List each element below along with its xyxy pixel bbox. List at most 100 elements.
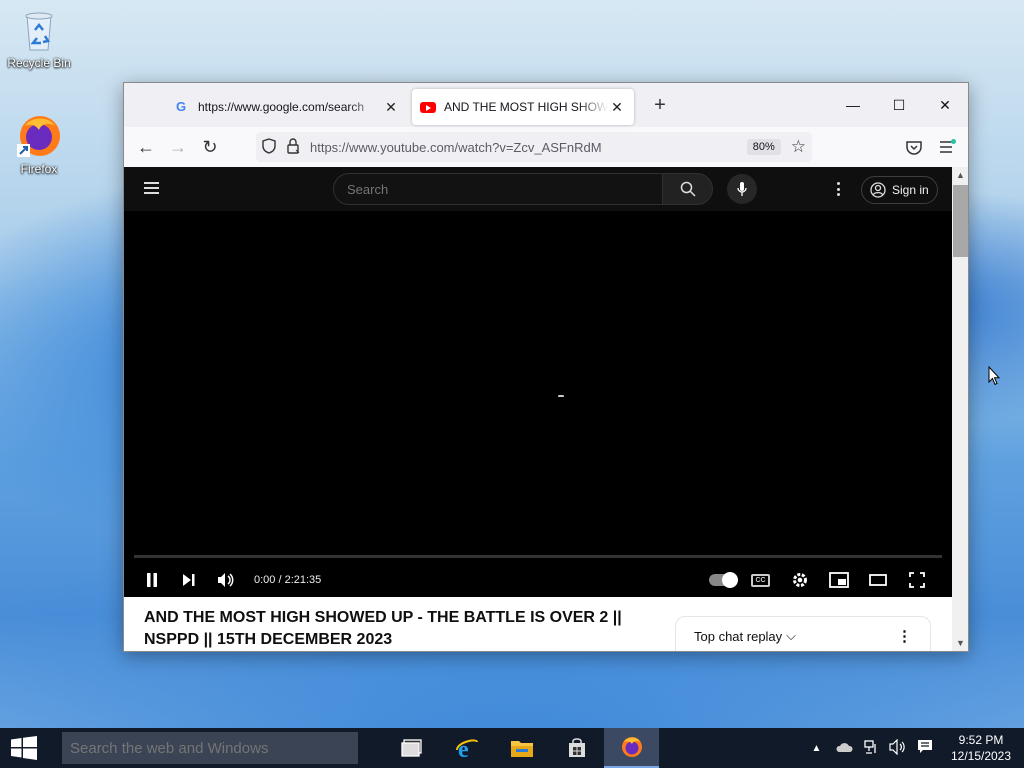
taskbar-search-input[interactable] <box>62 732 358 764</box>
folder-icon <box>510 741 533 757</box>
minimize-button[interactable]: — <box>830 83 876 127</box>
guide-menu-icon[interactable] <box>144 182 159 197</box>
windows-logo-icon <box>11 736 37 760</box>
firefox-icon <box>15 112 63 160</box>
maximize-button[interactable]: ☐ <box>876 83 922 127</box>
sign-in-button[interactable]: Sign in <box>861 176 938 204</box>
lock-icon[interactable] <box>286 137 300 157</box>
navigation-toolbar: ← → ↻ https://www.youtube.com/watch?v=Zc… <box>124 127 968 167</box>
tab-strip: G https://www.google.com/search ✕ AND TH… <box>124 83 968 127</box>
miniplayer-icon <box>828 572 849 588</box>
chat-replay-label[interactable]: Top chat replay <box>694 629 782 644</box>
subtitles-button[interactable]: CC <box>741 563 780 597</box>
recycle-bin-icon <box>15 6 63 54</box>
browser-window: G https://www.google.com/search ✕ AND TH… <box>123 82 969 652</box>
internet-explorer-button[interactable]: e <box>439 728 494 768</box>
scroll-up-arrow-icon[interactable]: ▲ <box>952 167 968 183</box>
youtube-search-input[interactable] <box>333 173 663 205</box>
skip-next-icon <box>183 574 195 586</box>
account-circle-icon <box>870 182 886 198</box>
video-info-section: AND THE MOST HIGH SHOWED UP - THE BATTLE… <box>124 597 952 651</box>
tab-title: AND THE MOST HIGH SHOWED UP <box>444 100 608 114</box>
zoom-indicator[interactable]: 80% <box>746 139 781 155</box>
desktop-icon-label: Recycle Bin <box>7 56 71 70</box>
youtube-favicon-icon <box>420 101 436 113</box>
youtube-header: Sign in <box>124 167 952 211</box>
desktop-icon-recycle-bin[interactable]: Recycle Bin <box>1 6 77 70</box>
back-button[interactable]: ← <box>130 131 162 163</box>
bookmark-star-icon[interactable]: ☆ <box>791 137 806 157</box>
theater-mode-button[interactable] <box>858 563 897 597</box>
page-scrollbar[interactable]: ▲ ▼ <box>952 167 968 651</box>
tab-youtube-video[interactable]: AND THE MOST HIGH SHOWED UP ✕ <box>412 89 634 125</box>
scrollbar-thumb[interactable] <box>953 185 968 257</box>
update-dot-icon <box>951 139 956 144</box>
scroll-down-arrow-icon[interactable]: ▼ <box>952 635 968 651</box>
closed-captions-icon: CC <box>751 573 770 587</box>
new-tab-button[interactable]: + <box>646 94 674 117</box>
sign-in-label: Sign in <box>892 183 929 197</box>
google-favicon-icon: G <box>176 99 187 114</box>
desktop-icon-firefox[interactable]: Firefox <box>1 112 77 176</box>
internet-explorer-icon: e <box>455 737 478 760</box>
close-tab-icon[interactable]: ✕ <box>608 99 626 116</box>
tab-title: https://www.google.com/search <box>198 100 365 114</box>
address-bar[interactable]: https://www.youtube.com/watch?v=Zcv_ASFn… <box>256 132 812 162</box>
taskbar: e ▲ 9:52 PM 12/15/2023 <box>0 728 1024 768</box>
video-title: AND THE MOST HIGH SHOWED UP - THE BATTLE… <box>144 609 622 648</box>
mouse-cursor-icon <box>988 366 1000 386</box>
pause-button[interactable] <box>132 563 172 597</box>
clock-time: 9:52 PM <box>958 733 1004 747</box>
miniplayer-button[interactable] <box>819 563 858 597</box>
player-controls: 0:00 / 2:21:35 CC <box>124 563 952 597</box>
url-text: https://www.youtube.com/watch?v=Zcv_ASFn… <box>310 139 602 155</box>
youtube-search-button[interactable] <box>662 173 713 205</box>
app-menu-icon[interactable] <box>930 131 962 163</box>
system-clock[interactable]: 9:52 PM 12/15/2023 <box>938 732 1024 764</box>
settings-button[interactable] <box>780 563 819 597</box>
autoplay-toggle[interactable] <box>702 563 741 597</box>
action-center-icon[interactable] <box>911 739 938 757</box>
video-progress-bar[interactable] <box>134 555 942 558</box>
forward-button[interactable]: → <box>162 131 194 163</box>
network-icon[interactable] <box>857 739 884 758</box>
next-button[interactable] <box>172 563 206 597</box>
close-window-button[interactable]: ✕ <box>922 83 968 127</box>
voice-search-button[interactable] <box>727 174 757 204</box>
start-button[interactable] <box>0 728 48 768</box>
gear-icon <box>792 573 807 587</box>
show-hidden-icons-chevron-up-icon[interactable]: ▲ <box>803 743 830 754</box>
microphone-icon <box>737 182 747 196</box>
settings-more-icon[interactable] <box>830 179 846 199</box>
chat-replay-panel[interactable]: Top chat replay ⌵ ⋮ <box>675 616 931 651</box>
task-view-button[interactable] <box>384 728 439 768</box>
onedrive-cloud-icon[interactable] <box>830 740 857 756</box>
loading-spinner-icon <box>558 395 564 398</box>
tracking-protection-shield-icon[interactable] <box>262 137 276 157</box>
store-button[interactable] <box>549 728 604 768</box>
volume-tray-icon[interactable] <box>884 738 911 758</box>
clock-date: 12/15/2023 <box>950 749 1012 763</box>
fullscreen-button[interactable] <box>897 563 936 597</box>
task-view-icon <box>400 739 422 757</box>
theater-mode-icon <box>868 574 887 586</box>
firefox-icon <box>621 737 642 757</box>
tab-google-search[interactable]: G https://www.google.com/search ✕ <box>168 89 408 125</box>
reload-button[interactable]: ↻ <box>194 131 226 163</box>
autoplay-switch-icon <box>708 572 738 588</box>
search-icon <box>680 181 696 197</box>
window-controls: — ☐ ✕ <box>830 83 968 127</box>
file-explorer-button[interactable] <box>494 728 549 768</box>
chevron-down-icon[interactable]: ⌵ <box>786 628 796 644</box>
store-bag-icon <box>568 738 585 757</box>
chat-more-options-icon[interactable]: ⋮ <box>897 627 912 645</box>
video-player[interactable]: 0:00 / 2:21:35 CC <box>124 211 952 597</box>
pocket-icon[interactable] <box>898 131 930 163</box>
system-tray: ▲ 9:52 PM 12/15/2023 <box>803 728 1024 768</box>
firefox-taskbar-button[interactable] <box>604 728 659 768</box>
close-tab-icon[interactable]: ✕ <box>382 99 400 116</box>
youtube-page: Sign in 0:00 / 2:21:35 <box>124 167 952 651</box>
time-display: 0:00 / 2:21:35 <box>254 574 322 586</box>
volume-icon <box>218 573 234 587</box>
volume-button[interactable] <box>206 563 246 597</box>
